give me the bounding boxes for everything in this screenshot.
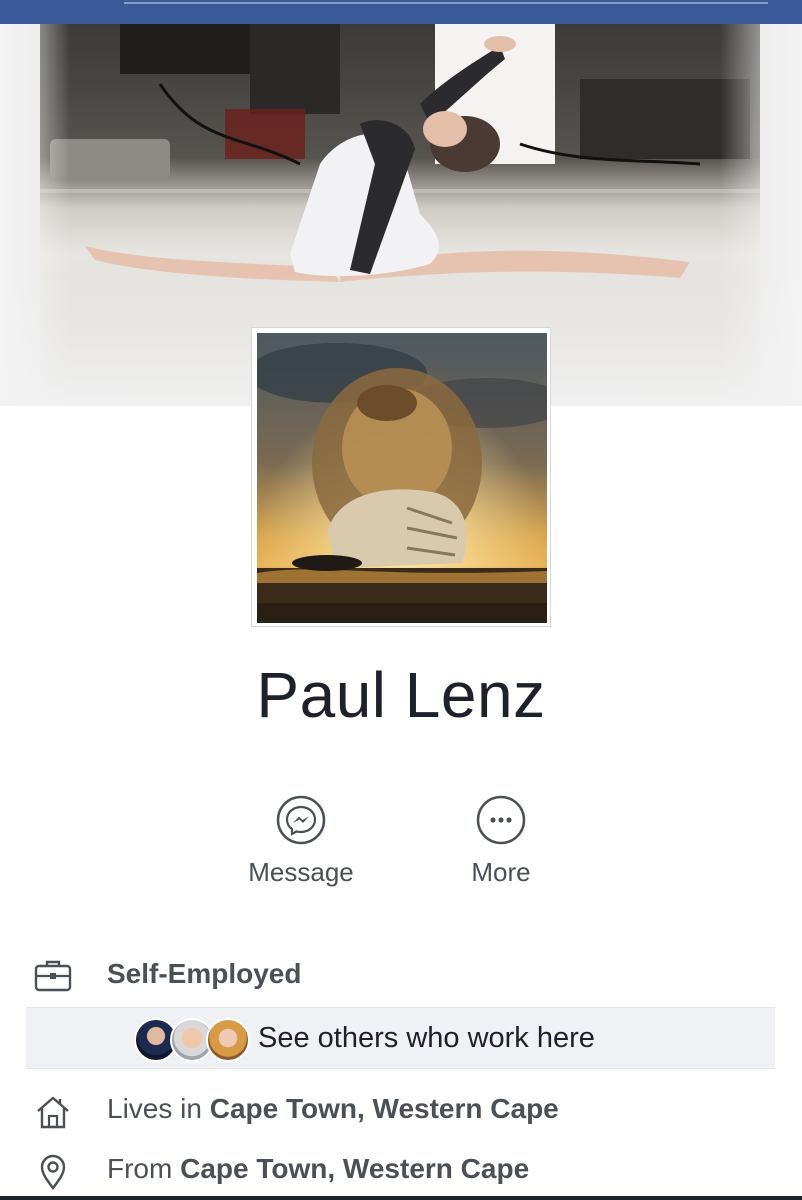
bottom-divider: [0, 1196, 802, 1200]
more-button-label: More: [471, 857, 531, 887]
intro-from-row[interactable]: From Cape Town, Western Cape: [0, 1153, 802, 1193]
ellipsis-icon: [476, 795, 526, 845]
profile-picture-illustration: [257, 333, 547, 623]
profile-name: Paul Lenz: [256, 659, 546, 731]
coworker-avatars: [134, 1018, 250, 1062]
lives-in-text: Lives in Cape Town, Western Cape: [107, 1093, 559, 1125]
from-prefix: From: [107, 1153, 173, 1184]
see-coworkers-link[interactable]: See others who work here: [258, 1022, 595, 1055]
search-bar[interactable]: [124, 2, 768, 4]
from-place[interactable]: Cape Town, Western Cape: [180, 1153, 529, 1184]
intro-work-row[interactable]: Self-Employed: [0, 958, 802, 998]
intro-lives-in-row[interactable]: Lives in Cape Town, Western Cape: [0, 1093, 802, 1133]
profile-picture[interactable]: [251, 327, 551, 627]
messenger-icon: [276, 795, 326, 845]
message-button-label: Message: [248, 857, 354, 887]
message-button[interactable]: Message: [231, 795, 371, 888]
work-label[interactable]: Self-Employed: [107, 958, 301, 990]
home-icon: [34, 1093, 72, 1138]
location-pin-icon: [34, 1153, 72, 1198]
lives-in-place[interactable]: Cape Town, Western Cape: [210, 1093, 559, 1124]
briefcase-icon: [34, 958, 72, 1001]
avatar: [206, 1018, 250, 1062]
see-coworkers-row[interactable]: See others who work here: [26, 1007, 775, 1069]
more-button[interactable]: More: [431, 795, 571, 888]
from-text: From Cape Town, Western Cape: [107, 1153, 529, 1185]
lives-in-prefix: Lives in: [107, 1093, 202, 1124]
top-app-bar: [0, 0, 802, 24]
